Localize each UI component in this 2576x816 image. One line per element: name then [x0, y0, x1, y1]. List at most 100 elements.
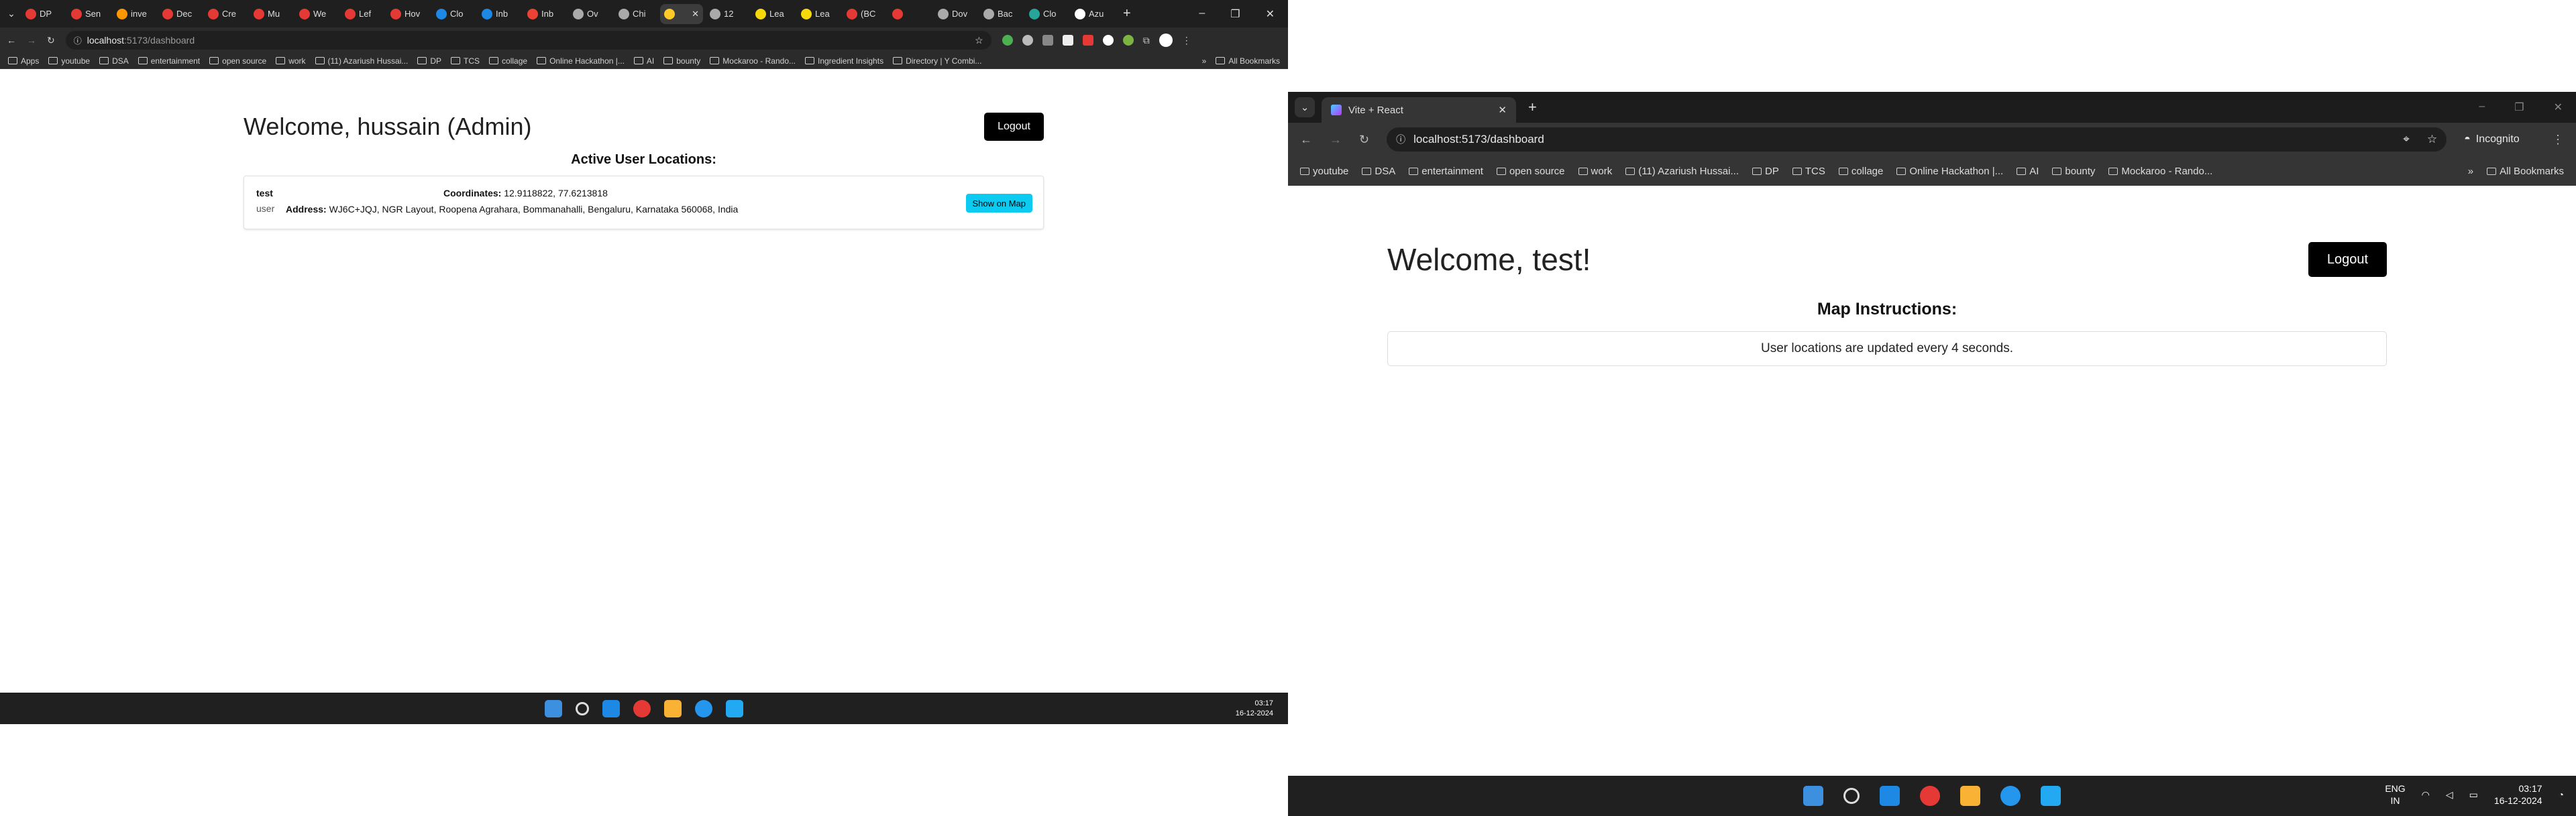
- bookmark-item[interactable]: Directory | Y Combi...: [893, 56, 981, 66]
- show-on-map-button[interactable]: Show on Map: [965, 194, 1032, 213]
- close-window-icon[interactable]: ✕: [1266, 7, 1275, 21]
- file-explorer-icon[interactable]: [1960, 786, 1980, 806]
- system-clock[interactable]: 03:17 16-12-2024: [1236, 699, 1273, 719]
- browser-tab[interactable]: Sen: [67, 4, 110, 24]
- close-tab-icon[interactable]: ✕: [1498, 104, 1507, 116]
- bookmark-item[interactable]: (11) Azariush Hussai...: [1625, 166, 1739, 177]
- all-bookmarks-button[interactable]: All Bookmarks: [2487, 166, 2564, 177]
- browser-tab[interactable]: Cre: [204, 4, 247, 24]
- bookmark-item[interactable]: collage: [489, 56, 527, 66]
- bookmark-item[interactable]: Mockaroo - Rando...: [2108, 166, 2212, 177]
- vscode-icon[interactable]: [2041, 786, 2061, 806]
- extension-icon[interactable]: [1122, 35, 1134, 46]
- forward-icon[interactable]: →: [1330, 133, 1342, 147]
- bookmark-item[interactable]: DP: [417, 56, 441, 66]
- address-bar[interactable]: ⓘ localhost:5173/dashboard ⌖ ☆: [1387, 127, 2447, 152]
- incognito-indicator[interactable]: ◓ Incognito: [2464, 133, 2520, 145]
- bookmark-item[interactable]: Ingredient Insights: [805, 56, 883, 66]
- all-bookmarks-button[interactable]: All Bookmarks: [1216, 56, 1280, 66]
- more-bookmarks-icon[interactable]: »: [1202, 56, 1207, 66]
- browser-tab[interactable]: Hov: [386, 4, 429, 24]
- new-tab-icon[interactable]: +: [1123, 6, 1131, 21]
- bookmark-item[interactable]: youtube: [48, 56, 90, 66]
- menu-icon[interactable]: ⋮: [2552, 133, 2564, 147]
- menu-icon[interactable]: ⋮: [1182, 35, 1191, 46]
- chrome-icon[interactable]: [1920, 786, 1940, 806]
- back-icon[interactable]: ←: [7, 35, 16, 46]
- bookmark-item[interactable]: Online Hackathon |...: [1896, 166, 2003, 177]
- bookmark-item[interactable]: youtube: [1300, 166, 1348, 177]
- browser-tab[interactable]: ✕: [660, 3, 703, 24]
- reload-icon[interactable]: ↻: [1359, 133, 1369, 147]
- extension-icon[interactable]: [1042, 35, 1053, 46]
- address-bar[interactable]: ⓘ localhost:5173/dashboard ☆: [65, 31, 991, 50]
- extension-icon[interactable]: [1082, 35, 1093, 46]
- bookmark-item[interactable]: bounty: [2052, 166, 2095, 177]
- tab-search-icon[interactable]: ⌄: [1295, 97, 1315, 117]
- back-icon[interactable]: ←: [1300, 133, 1312, 147]
- maximize-icon[interactable]: ❐: [1230, 7, 1240, 21]
- browser-tab[interactable]: Clo: [432, 4, 475, 24]
- task-view-icon[interactable]: [1880, 786, 1900, 806]
- browser-tab[interactable]: We: [295, 4, 338, 24]
- bookmark-item[interactable]: DSA: [99, 56, 129, 66]
- bookmark-item[interactable]: TCS: [451, 56, 480, 66]
- task-view-icon[interactable]: [602, 699, 620, 717]
- browser-tab[interactable]: Chi: [614, 4, 657, 24]
- site-info-icon[interactable]: ⓘ: [1396, 133, 1405, 146]
- bookmark-item[interactable]: Mockaroo - Rando...: [710, 56, 796, 66]
- browser-tab[interactable]: Clo: [1025, 4, 1068, 24]
- browser-tab[interactable]: Inb: [523, 4, 566, 24]
- maximize-icon[interactable]: ❐: [2514, 101, 2524, 114]
- volume-icon[interactable]: ◁: [2446, 789, 2453, 801]
- site-info-icon[interactable]: ⓘ: [74, 35, 82, 46]
- start-icon[interactable]: [545, 699, 562, 717]
- bookmark-item[interactable]: entertainment: [138, 56, 200, 66]
- bookmark-item[interactable]: work: [276, 56, 306, 66]
- browser-tab[interactable]: (BC: [843, 4, 885, 24]
- browser-tab[interactable]: Inb: [478, 4, 521, 24]
- start-icon[interactable]: [1803, 786, 1823, 806]
- bookmark-item[interactable]: (11) Azariush Hussai...: [315, 56, 408, 66]
- browser-tab[interactable]: [888, 4, 931, 24]
- bookmark-item[interactable]: open source: [1496, 166, 1565, 177]
- browser-tab[interactable]: Dov: [934, 4, 977, 24]
- wifi-icon[interactable]: ◠: [2422, 789, 2430, 801]
- chrome-icon[interactable]: [633, 699, 651, 717]
- search-icon[interactable]: [1843, 788, 1860, 804]
- browser-tab[interactable]: inve: [113, 4, 156, 24]
- extension-icon[interactable]: [1102, 35, 1114, 46]
- search-icon[interactable]: [576, 701, 589, 715]
- bookmark-item[interactable]: Online Hackathon |...: [537, 56, 625, 66]
- new-tab-icon[interactable]: +: [1528, 99, 1537, 116]
- bookmark-item[interactable]: AI: [633, 56, 654, 66]
- browser-tab[interactable]: Lea: [751, 4, 794, 24]
- browser-tab[interactable]: Ov: [569, 4, 612, 24]
- browser-tab[interactable]: Dec: [158, 4, 201, 24]
- bookmark-item[interactable]: Apps: [8, 56, 39, 66]
- system-clock[interactable]: 03:17 16-12-2024: [2494, 782, 2542, 807]
- bookmark-item[interactable]: work: [1578, 166, 1612, 177]
- extension-icon[interactable]: [1022, 35, 1033, 46]
- docker-icon[interactable]: [695, 699, 712, 717]
- battery-icon[interactable]: ▭: [2469, 789, 2478, 801]
- logout-button[interactable]: Logout: [984, 113, 1044, 141]
- minimize-icon[interactable]: –: [2479, 101, 2485, 114]
- browser-tab[interactable]: 12: [706, 4, 749, 24]
- close-window-icon[interactable]: ✕: [2554, 101, 2563, 114]
- bookmark-item[interactable]: entertainment: [1409, 166, 1483, 177]
- tab-search-icon[interactable]: ⌄: [4, 8, 19, 19]
- minimize-icon[interactable]: –: [1199, 7, 1205, 21]
- bookmark-item[interactable]: open source: [209, 56, 266, 66]
- browser-tab[interactable]: Lef: [341, 4, 384, 24]
- docker-icon[interactable]: [2000, 786, 2021, 806]
- bookmark-item[interactable]: collage: [1838, 166, 1883, 177]
- browser-tab[interactable]: Azu: [1071, 4, 1114, 24]
- tab-vite-react[interactable]: Vite + React ✕: [1322, 97, 1516, 123]
- bookmark-item[interactable]: TCS: [1792, 166, 1825, 177]
- bookmark-item[interactable]: DP: [1752, 166, 1779, 177]
- location-pin-icon[interactable]: ⌖: [2403, 133, 2410, 146]
- profile-icon[interactable]: [1159, 34, 1173, 47]
- bookmark-item[interactable]: AI: [2017, 166, 2039, 177]
- browser-tab[interactable]: Mu: [250, 4, 292, 24]
